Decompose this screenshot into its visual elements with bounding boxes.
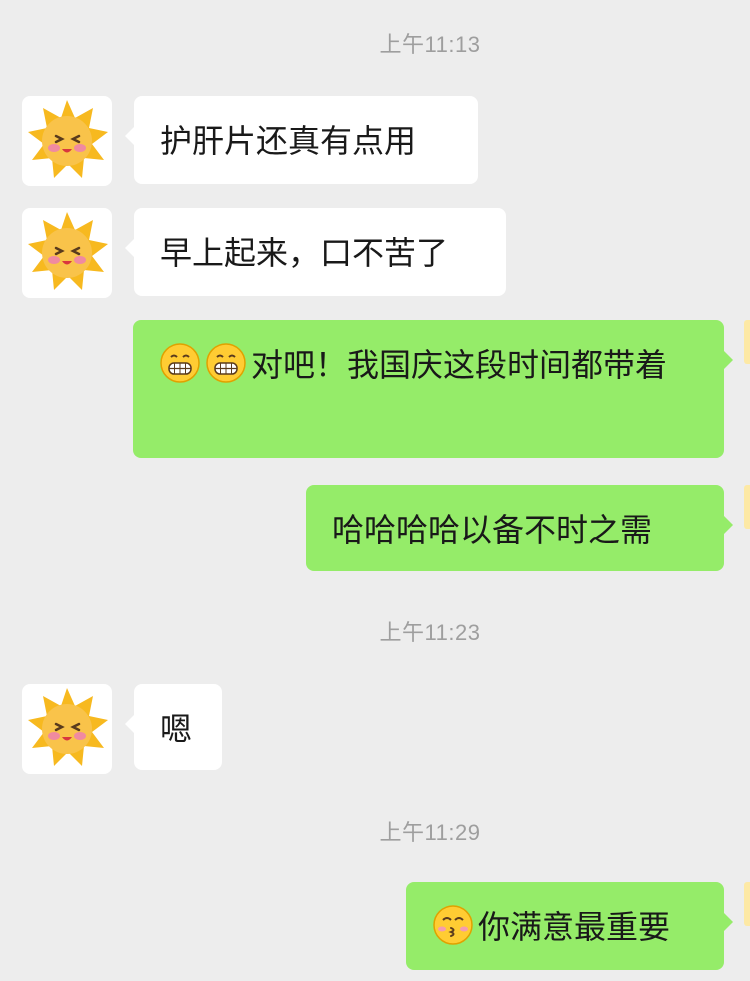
sun-avatar-icon xyxy=(28,688,108,766)
message-bubble-incoming[interactable]: 嗯 xyxy=(125,684,222,770)
message-text: 嗯 xyxy=(160,710,193,748)
sun-avatar-icon xyxy=(28,100,108,178)
message-bubble-outgoing[interactable]: 哈哈哈哈以备不时之需 xyxy=(306,485,733,571)
message-bubble-outgoing[interactable]: 你满意最重要 xyxy=(406,882,733,970)
grin-face-icon xyxy=(205,342,247,384)
sun-avatar-icon xyxy=(28,212,108,290)
message-bubble-incoming[interactable]: 早上起来，口不苦了 xyxy=(125,208,506,296)
self-avatar-edge xyxy=(744,320,750,364)
timestamp: 上午11:29 xyxy=(379,820,481,845)
message-text: 对吧！我国庆这段时间都带着 xyxy=(251,346,668,384)
timestamp: 上午11:23 xyxy=(379,620,481,645)
message-text: 你满意最重要 xyxy=(478,908,671,946)
timestamp: 上午11:13 xyxy=(379,32,481,57)
contact-avatar[interactable] xyxy=(22,208,112,298)
message-text: 护肝片还真有点用 xyxy=(160,122,417,160)
message-bubble-incoming[interactable]: 护肝片还真有点用 xyxy=(125,96,478,184)
contact-avatar[interactable] xyxy=(22,96,112,186)
self-avatar-edge xyxy=(744,882,750,926)
message-text: 早上起来，口不苦了 xyxy=(160,234,449,272)
message-text: 哈哈哈哈以备不时之需 xyxy=(332,511,653,549)
self-avatar-edge xyxy=(744,485,750,529)
message-bubble-outgoing[interactable]: 对吧！我国庆这段时间都带着 xyxy=(133,320,733,458)
grin-face-icon xyxy=(159,342,201,384)
kissing-face-icon xyxy=(432,904,474,946)
contact-avatar[interactable] xyxy=(22,684,112,774)
